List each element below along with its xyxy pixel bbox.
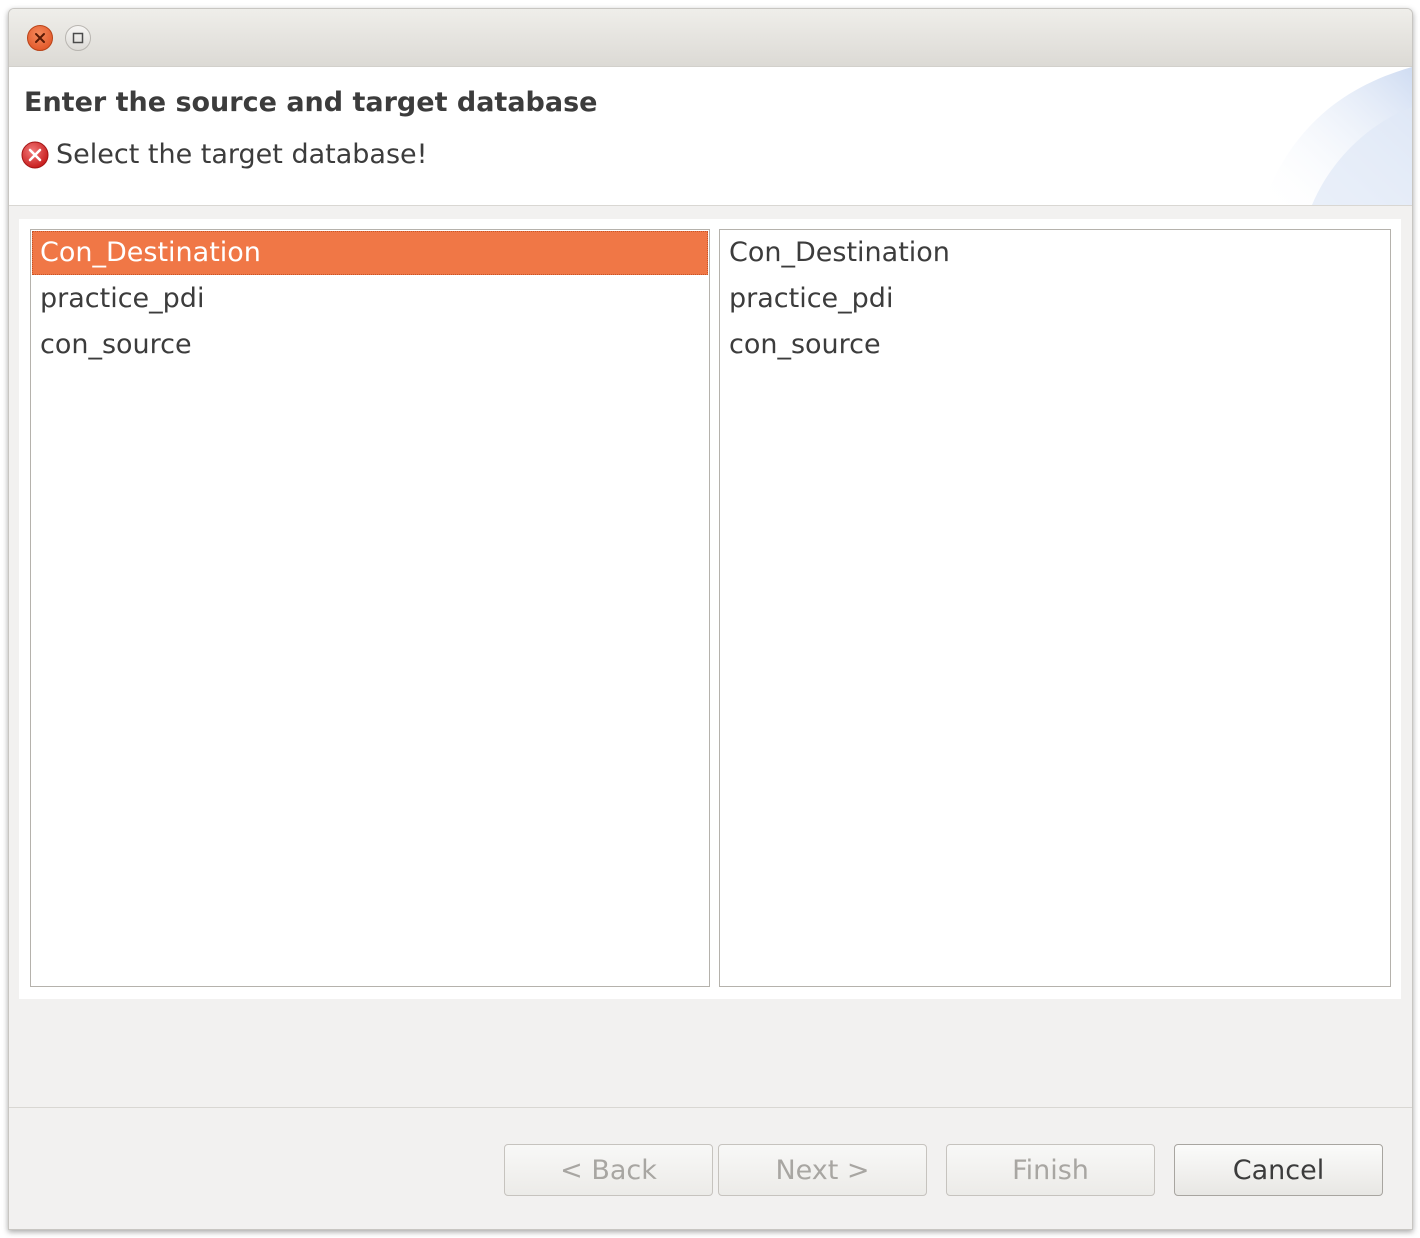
error-message-text: Select the target database!	[56, 139, 428, 170]
list-item[interactable]: Con_Destination	[32, 231, 708, 275]
cancel-button[interactable]: Cancel	[1174, 1144, 1383, 1196]
target-database-list[interactable]: Con_Destination practice_pdi con_source	[719, 229, 1391, 987]
maximize-icon[interactable]	[65, 25, 91, 51]
close-icon[interactable]	[27, 25, 53, 51]
list-item[interactable]: practice_pdi	[31, 276, 709, 322]
footer-divider	[9, 1107, 1412, 1108]
wizard-header: Enter the source and target database Sel…	[9, 67, 1412, 205]
list-item[interactable]: con_source	[31, 322, 709, 368]
list-item[interactable]: practice_pdi	[720, 276, 1390, 322]
back-button[interactable]: < Back	[504, 1144, 713, 1196]
next-button[interactable]: Next >	[718, 1144, 927, 1196]
finish-button[interactable]: Finish	[946, 1144, 1155, 1196]
header-decoration	[1262, 67, 1412, 205]
list-item[interactable]: Con_Destination	[720, 230, 1390, 276]
source-database-list[interactable]: Con_Destination practice_pdi con_source	[30, 229, 710, 987]
error-icon	[21, 141, 49, 168]
page-title: Enter the source and target database	[24, 87, 598, 118]
content-area: Con_Destination practice_pdi con_source …	[19, 219, 1401, 999]
header-divider	[9, 205, 1412, 206]
list-item[interactable]: con_source	[720, 322, 1390, 368]
wizard-dialog: Enter the source and target database Sel…	[8, 8, 1413, 1230]
title-bar	[9, 9, 1412, 67]
error-message: Select the target database!	[21, 139, 427, 170]
